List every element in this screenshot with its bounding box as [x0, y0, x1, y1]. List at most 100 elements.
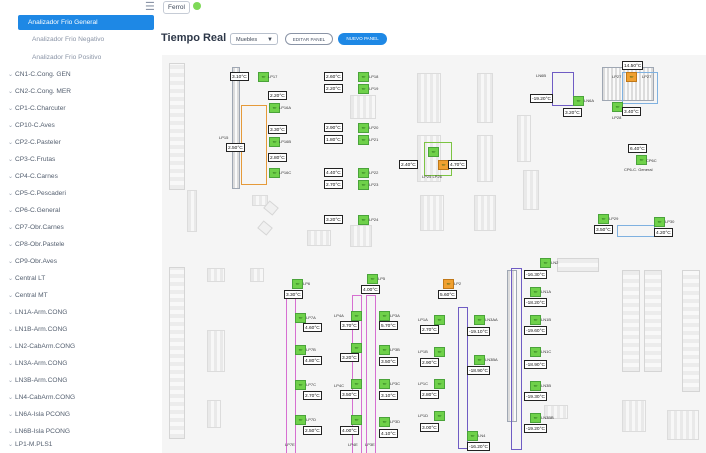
reading-lp1c-temp[interactable]: 2.80°C — [420, 390, 439, 399]
reading-lp1a-temp[interactable]: 2.70°C — [420, 325, 439, 334]
reading-lp3b-temp[interactable]: 3.50°C — [379, 357, 398, 366]
edit-panel-button[interactable]: EDITAR PANEL — [285, 33, 333, 45]
view-select[interactable]: Muebles ▼ — [230, 33, 278, 45]
sensor-lp7a-icon[interactable]: TP — [295, 313, 306, 323]
sidebar-item-ln1a[interactable]: ⌄ LN1A-Arm.CONG — [2, 305, 154, 320]
sidebar-item-cp4[interactable]: ⌄ CP4-C.Carnes — [2, 169, 154, 184]
sensor-lp3c-icon[interactable]: TP — [379, 379, 390, 389]
sidebar-item-ln3a[interactable]: ⌄ LN3A-Arm.CONG — [2, 356, 154, 371]
reading-lp4c-temp[interactable]: 3.50°C — [340, 390, 359, 399]
sensor-lp20-icon[interactable]: TP — [358, 123, 369, 133]
sensor-lp7b-icon[interactable]: TP — [295, 345, 306, 355]
reading-lp29-temp[interactable]: 3.50°C — [594, 225, 613, 234]
reading-lp28-temp[interactable]: 3.40°C — [622, 107, 641, 116]
sidebar-item-cp8[interactable]: ⌄ CP8-Obr.Pastele — [2, 237, 154, 252]
sensor-lp29-icon[interactable]: TP — [598, 214, 609, 224]
reading-lp25-temp[interactable]: 2.40°C — [399, 160, 418, 169]
sidebar-item-central-mt[interactable]: ⌄ Central MT — [2, 288, 154, 303]
reading-lp2-temp[interactable]: 5.60°C — [438, 290, 457, 299]
sensor-lp5-icon[interactable]: TP — [367, 274, 378, 284]
sensor-lp23-icon[interactable]: TP — [358, 180, 369, 190]
filter-icon[interactable]: ☰ — [145, 2, 157, 13]
sidebar-item-cp10[interactable]: ⌄ CP10-C.Aves — [2, 118, 154, 133]
sensor-lp21-icon[interactable]: TP — [358, 135, 369, 145]
sensor-lp3a-icon[interactable]: TP — [379, 311, 390, 321]
sensor-lp4c-icon[interactable]: TP — [351, 379, 362, 389]
reading-lp7d-temp[interactable]: 2.50°C — [303, 426, 322, 435]
reading-lp3c-temp[interactable]: 3.10°C — [379, 391, 398, 400]
reading-ln3b-temp[interactable]: -19.30°C — [524, 392, 547, 401]
sensor-lp1a-icon[interactable]: TP — [434, 315, 445, 325]
sensor-lp24-icon[interactable]: TP — [358, 215, 369, 225]
sensor-ln4-icon[interactable]: TP — [467, 431, 478, 441]
sidebar-item-ln6b[interactable]: ⌄ LN6B-Isla PCONG — [2, 424, 154, 439]
reading-lp5-temp[interactable]: 4.00°C — [361, 285, 380, 294]
sensor-lp2-icon[interactable]: TP — [443, 279, 454, 289]
sidebar-item-ln6a[interactable]: ⌄ LN6A-Isla PCONG — [2, 407, 154, 422]
reading-lp18[interactable]: 2.60°C — [324, 72, 343, 81]
reading-ln1c-temp[interactable]: -18.90°C — [524, 360, 547, 369]
sidebar-item-cp7[interactable]: ⌄ CP7-Obr.Carnes — [2, 220, 154, 235]
sensor-lp7d-icon[interactable]: TP — [295, 415, 306, 425]
reading-ln4-temp[interactable]: -16.20°C — [467, 442, 490, 451]
sidebar-item-cp2[interactable]: ⌄ CP2-C.Pasteler — [2, 135, 154, 150]
reading-lp4a-temp[interactable]: 3.70°C — [340, 321, 359, 330]
sensor-lp27-icon[interactable]: TP — [626, 72, 637, 82]
sidebar-item-analizador-general[interactable]: Analizador Frio General — [18, 15, 154, 30]
sidebar-item-cn1[interactable]: ⌄ CN1-C.Cong. GEN — [2, 67, 154, 82]
reading-lp20[interactable]: 2.90°C — [324, 123, 343, 132]
reading-lp27-temp[interactable]: 14.50°C — [622, 61, 644, 70]
sidebar-item-ln2[interactable]: ⌄ LN2-CabArm.CONG — [2, 339, 154, 354]
sidebar-item-analizador-positivo[interactable]: Analizador Frio Positivo — [18, 50, 154, 65]
reading-lp17[interactable]: 3.10°C — [230, 72, 249, 81]
sensor-lp6-icon[interactable]: TP — [292, 279, 303, 289]
reading-ln3a-temp[interactable]: -19.10°C — [467, 327, 490, 336]
reading-ln6a-temp[interactable]: -19.20°C — [530, 94, 553, 103]
reading-lp3d-temp[interactable]: 4.10°C — [379, 429, 398, 438]
sensor-ln1c-icon[interactable]: TP — [530, 347, 541, 357]
sensor-lp19-icon[interactable]: TP — [358, 84, 369, 94]
sensor-ln3b-icon[interactable]: TP — [530, 381, 541, 391]
sensor-lp3d-icon[interactable]: TP — [379, 417, 390, 427]
reading-lp22[interactable]: 4.40°C — [324, 168, 343, 177]
reading-lp1b-temp[interactable]: 2.90°C — [420, 358, 439, 367]
sensor-lp1c-icon[interactable]: TP — [434, 379, 445, 389]
sidebar-item-lp1[interactable]: ⌄ LP1-M.PLS1 — [2, 438, 154, 451]
reading-lp1d-temp[interactable]: 3.00°C — [420, 423, 439, 432]
sensor-lp1d-icon[interactable]: TP — [434, 411, 445, 421]
sensor-ln2-icon[interactable]: TP — [540, 258, 551, 268]
reading-lp7a-temp[interactable]: 4.60°C — [303, 323, 322, 332]
reading-lp21[interactable]: 1.80°C — [324, 135, 343, 144]
reading-lp30-temp[interactable]: 4.20°C — [654, 228, 673, 237]
sidebar-item-cp5[interactable]: ⌄ CP5-C.Pescaderi — [2, 186, 154, 201]
sidebar-item-ln1b[interactable]: ⌄ LN1B-Arm.CONG — [2, 322, 154, 337]
sensor-ln3bb-icon[interactable]: TP — [530, 413, 541, 423]
sensor-lp4a-icon[interactable]: TP — [351, 311, 362, 321]
reading-lp16a-temp[interactable]: 2.20°C — [268, 91, 287, 100]
reading-lp23[interactable]: 2.70°C — [324, 180, 343, 189]
sidebar-item-ln3b[interactable]: ⌄ LN3B-Arm.CONG — [2, 373, 154, 388]
sensor-lp4b-icon[interactable]: TP — [351, 343, 362, 353]
reading-lp3a-temp[interactable]: 5.70°C — [379, 321, 398, 330]
new-panel-button[interactable]: NUEVO PANEL — [338, 33, 387, 45]
reading-lp6-temp[interactable]: 3.30°C — [284, 290, 303, 299]
sensor-lp3b-icon[interactable]: TP — [379, 345, 390, 355]
sensor-ln3ba-icon[interactable]: TP — [474, 355, 485, 365]
sidebar-item-central-lt[interactable]: ⌄ Central LT — [2, 271, 154, 286]
reading-ln3bb-temp[interactable]: -19.20°C — [524, 424, 547, 433]
sensor-lp4d-icon[interactable]: TP — [351, 415, 362, 425]
sensor-ln3aa-icon[interactable]: TP — [474, 315, 485, 325]
reading-cp6-temp[interactable]: 6.40°C — [628, 144, 647, 153]
sensor-lp18-icon[interactable]: TP — [358, 72, 369, 82]
sensor-lp25-icon[interactable]: TP — [428, 147, 439, 157]
sensor-ln1a-icon[interactable]: TP — [530, 287, 541, 297]
sidebar-item-cp1[interactable]: ⌄ CP1-C.Charcuter — [2, 101, 154, 116]
reading-ln1b-temp[interactable]: -19.60°C — [524, 326, 547, 335]
sidebar-item-ln4[interactable]: ⌄ LN4-CabArm.CONG — [2, 390, 154, 405]
sensor-lp7c-icon[interactable]: TP — [295, 380, 306, 390]
reading-lp7b-temp[interactable]: 4.80°C — [303, 356, 322, 365]
reading-lp15-temp[interactable]: 2.50°C — [226, 143, 245, 152]
reading-ln2-temp[interactable]: -16.30°C — [524, 270, 547, 279]
reading-lp26-temp[interactable]: 4.70°C — [448, 160, 467, 169]
reading-ln3ab-temp[interactable]: -18.90°C — [467, 366, 490, 375]
